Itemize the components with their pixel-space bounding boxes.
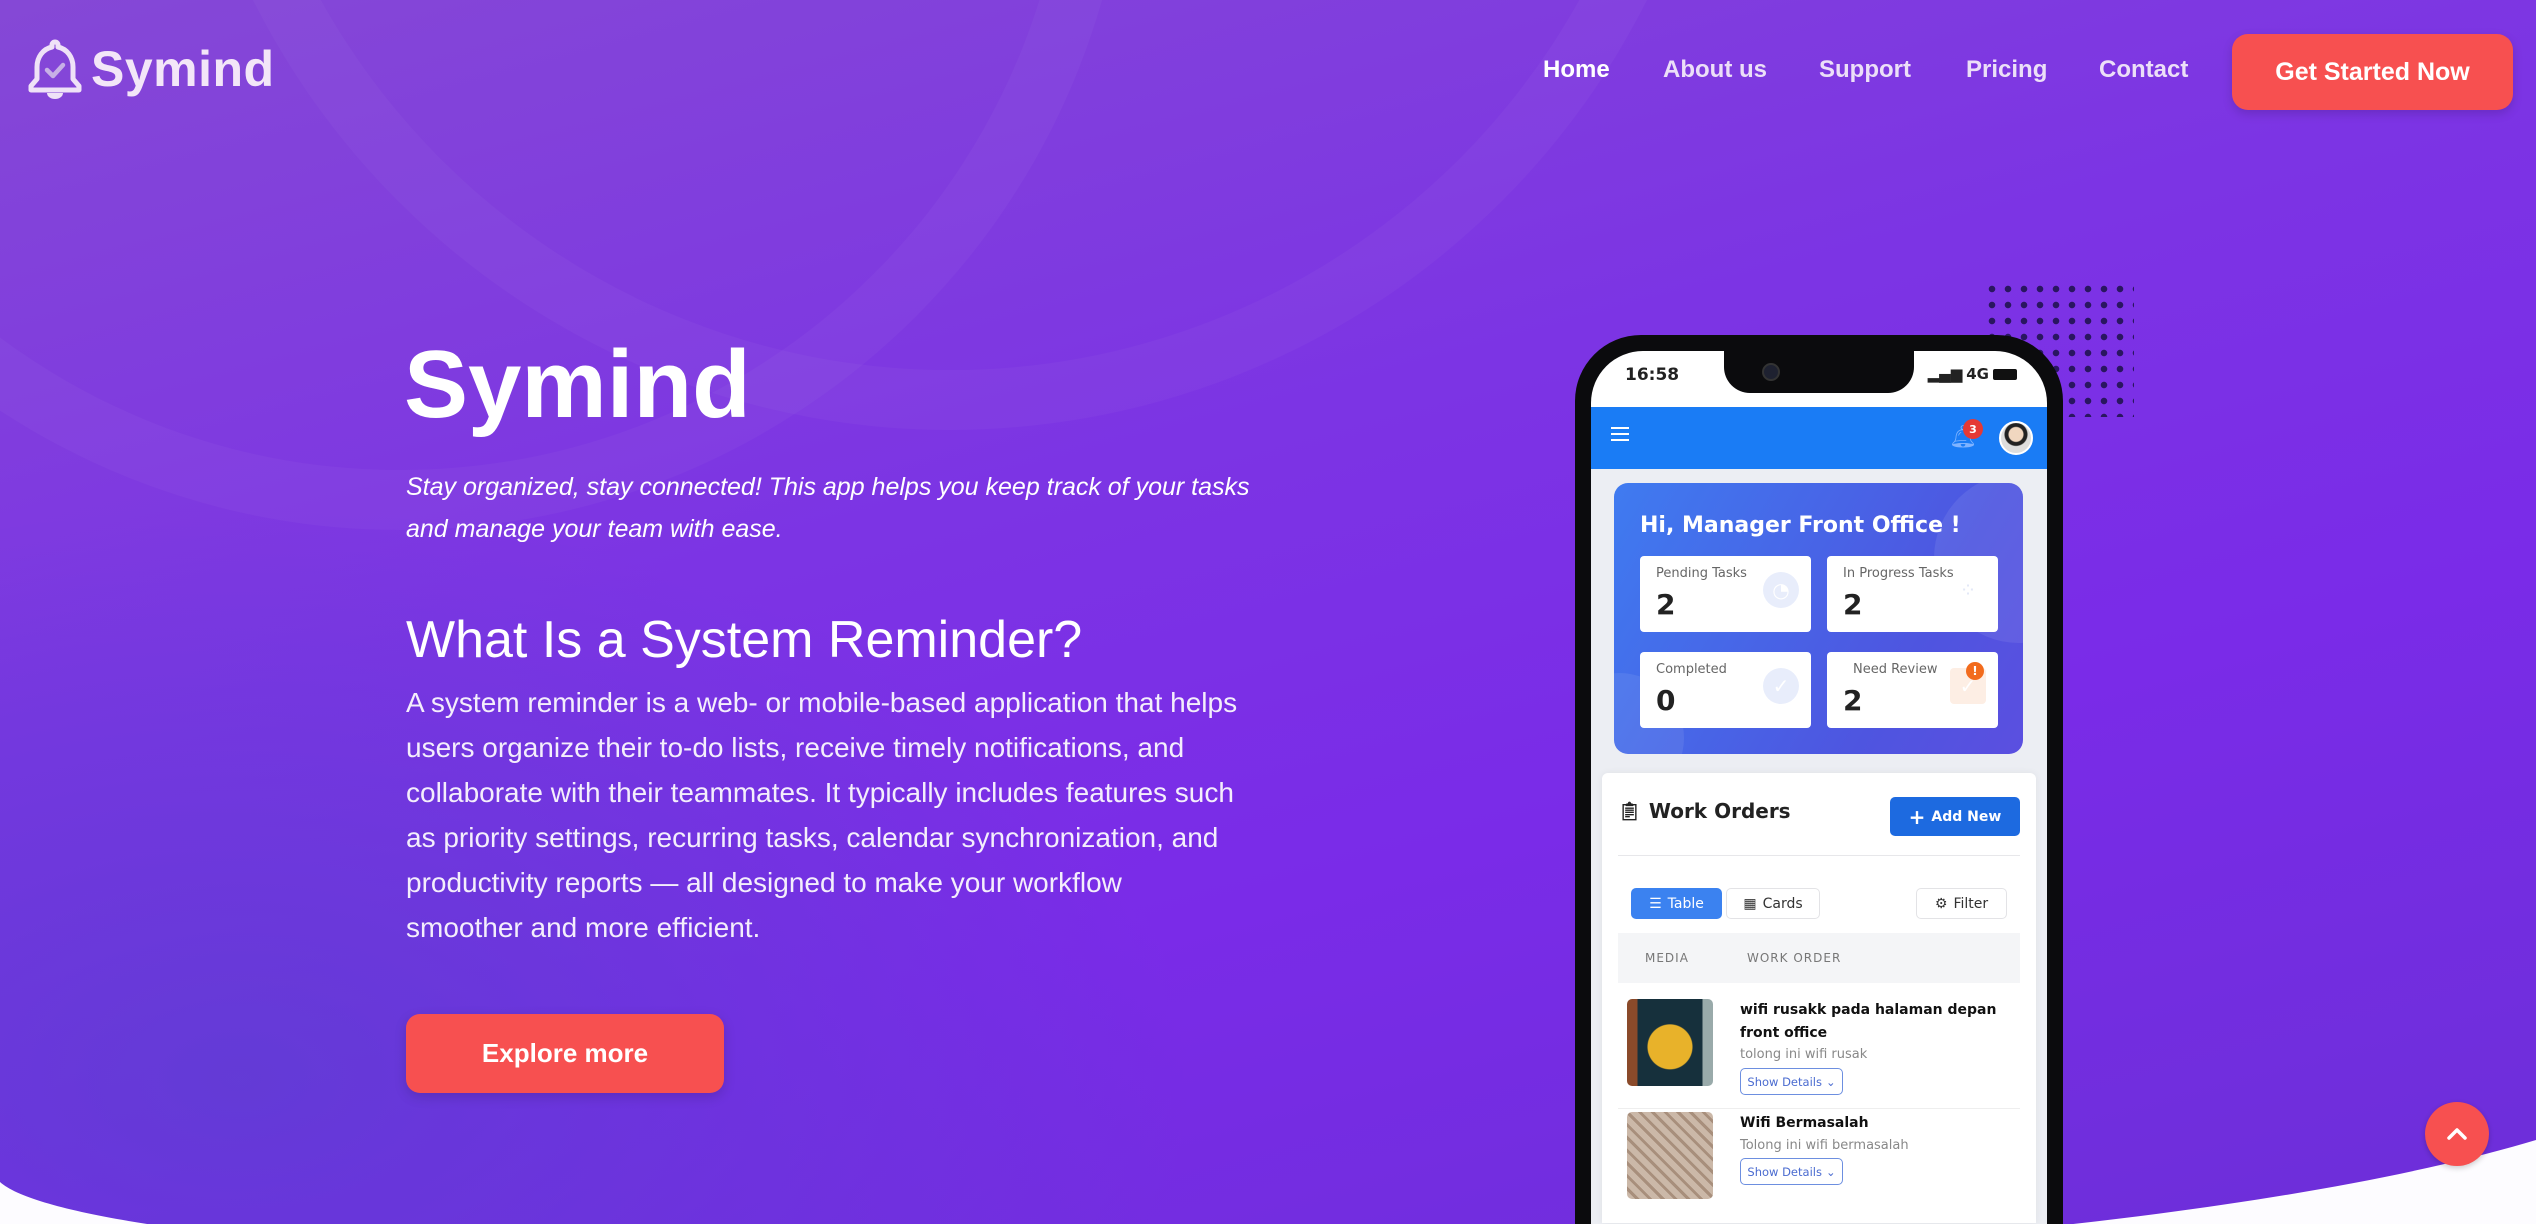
bottom-wave	[0, 1140, 2536, 1224]
chevron-up-icon	[2447, 1128, 2467, 1140]
scroll-to-top-button[interactable]	[2425, 1102, 2489, 1166]
